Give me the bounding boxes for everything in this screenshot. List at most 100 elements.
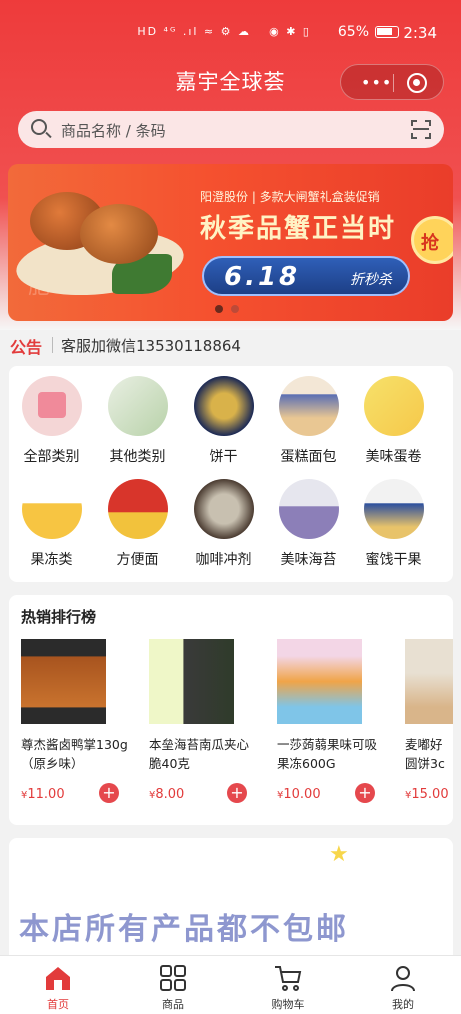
category-label: 全部类别 bbox=[23, 449, 80, 465]
cart-icon bbox=[273, 964, 303, 992]
category-label: 美味蛋卷 bbox=[365, 449, 422, 465]
category-item[interactable]: 美味海苔 bbox=[266, 479, 351, 569]
more-menu-icon[interactable]: ••• bbox=[361, 73, 392, 92]
battery-icon bbox=[375, 26, 399, 38]
notice-divider bbox=[52, 337, 53, 353]
product-image bbox=[405, 639, 453, 724]
shipping-notice-text: 本店所有产品都不包邮 bbox=[19, 912, 349, 947]
category-label: 蜜饯干果 bbox=[365, 552, 422, 568]
price-value: 11.00 bbox=[27, 787, 65, 802]
carousel-dot-active bbox=[215, 305, 223, 313]
signal-icons: HD ⁴ᴳ .ıl ≈ ⚙ ☁ bbox=[137, 25, 251, 38]
category-image bbox=[363, 376, 424, 436]
category-label: 饼干 bbox=[209, 449, 238, 465]
category-item[interactable]: 方便面 bbox=[95, 479, 180, 569]
tab-home[interactable]: 首页 bbox=[18, 964, 98, 1012]
product-price: ¥11.00 bbox=[21, 787, 65, 802]
bottom-tab-bar: 首页 商品 购物车 我的 bbox=[0, 955, 461, 1014]
user-icon bbox=[388, 964, 418, 992]
product-image bbox=[277, 639, 362, 724]
category-item[interactable]: 其他类别 bbox=[95, 376, 180, 466]
shipping-notice-banner: ★ 本店所有产品都不包邮 bbox=[9, 838, 453, 968]
category-label: 其他类别 bbox=[109, 449, 166, 465]
category-image bbox=[107, 376, 168, 436]
tab-label: 首页 bbox=[47, 998, 69, 1011]
product-name: 尊杰酱卤鸭掌130g（原乡味） bbox=[21, 737, 128, 771]
miniprogram-capsule[interactable]: ••• bbox=[340, 64, 444, 100]
product-name: 一莎蒟蒻果味可吸果冻600G bbox=[277, 737, 378, 771]
tab-label: 购物车 bbox=[271, 998, 305, 1011]
tab-cart[interactable]: 购物车 bbox=[248, 964, 328, 1012]
category-label: 咖啡冲剂 bbox=[195, 552, 252, 568]
banner-sale-pill: 6.18 折秒杀 bbox=[202, 256, 410, 296]
notice-bar[interactable]: 公告 客服加微信13530118864 bbox=[0, 330, 461, 360]
category-label: 方便面 bbox=[116, 552, 159, 568]
close-target-icon[interactable] bbox=[407, 73, 427, 93]
category-image bbox=[278, 376, 339, 436]
battery-percent: 65% bbox=[337, 24, 369, 40]
grab-button[interactable]: 抢 bbox=[411, 216, 453, 264]
product-price: ¥8.00 bbox=[149, 787, 184, 802]
price-value: 10.00 bbox=[283, 787, 321, 802]
banner-sale-text: 折秒杀 bbox=[350, 272, 392, 288]
section-title: 热销排行榜 bbox=[21, 608, 97, 626]
category-label: 美味海苔 bbox=[280, 552, 337, 568]
category-label: 蛋糕面包 bbox=[280, 449, 337, 465]
add-to-cart-button[interactable]: + bbox=[99, 783, 119, 803]
category-item[interactable]: 美味蛋卷 bbox=[351, 376, 436, 466]
status-bar: HD ⁴ᴳ .ıl ≈ ⚙ ☁ ◉ ✱ ▯ 65% 2:34 bbox=[0, 0, 461, 66]
price-value: 8.00 bbox=[155, 787, 185, 802]
product-price: ¥10.00 bbox=[277, 787, 321, 802]
add-to-cart-button[interactable]: + bbox=[227, 783, 247, 803]
shopping-bag-icon bbox=[37, 392, 66, 418]
product-card[interactable]: 尊杰酱卤鸭掌130g（原乡味） ¥11.00 + bbox=[21, 639, 131, 803]
category-image bbox=[193, 376, 254, 436]
category-grid: 全部类别 其他类别 饼干 蛋糕面包 美味蛋卷 果冻类 方便面 咖啡冲剂 美味海苔… bbox=[9, 366, 453, 582]
star-icon: ★ bbox=[329, 842, 349, 867]
clock: 2:34 bbox=[403, 24, 437, 42]
product-card[interactable]: 麦嘟好圆饼3c ¥15.00 bbox=[405, 639, 453, 802]
hot-sales-section: 热销排行榜 尊杰酱卤鸭掌130g（原乡味） ¥11.00 + 本垒海苔南瓜夹心脆… bbox=[9, 595, 453, 825]
tab-label: 我的 bbox=[392, 998, 414, 1011]
product-image bbox=[21, 639, 106, 724]
crab-image bbox=[80, 204, 158, 264]
category-item[interactable]: 蛋糕面包 bbox=[266, 376, 351, 466]
add-to-cart-button[interactable]: + bbox=[355, 783, 375, 803]
product-price: ¥15.00 bbox=[405, 787, 449, 802]
grid-icon bbox=[158, 964, 188, 992]
banner-sale-number: 6.18 bbox=[224, 262, 301, 292]
category-image bbox=[107, 479, 168, 539]
product-image bbox=[149, 639, 234, 724]
product-card[interactable]: 一莎蒟蒻果味可吸果冻600G ¥10.00 + bbox=[277, 639, 387, 803]
product-card[interactable]: 本垒海苔南瓜夹心脆40克 ¥8.00 + bbox=[149, 639, 259, 803]
search-icon bbox=[31, 119, 47, 135]
notice-message: 客服加微信13530118864 bbox=[61, 337, 241, 355]
search-bar[interactable]: 商品名称 / 条码 bbox=[18, 111, 444, 148]
category-item[interactable]: 咖啡冲剂 bbox=[181, 479, 266, 569]
home-icon bbox=[43, 964, 73, 992]
grab-label: 抢 bbox=[421, 233, 439, 254]
category-image bbox=[363, 479, 424, 539]
category-image bbox=[278, 479, 339, 539]
carousel-dot bbox=[231, 305, 239, 313]
category-item[interactable]: 饼干 bbox=[181, 376, 266, 466]
banner-brand-line: 阳澄股份 | 多款大闸蟹礼盒装促销 bbox=[200, 190, 380, 204]
product-name: 麦嘟好圆饼3c bbox=[405, 737, 445, 771]
banner-headline: 秋季品蟹正当时 bbox=[200, 214, 397, 244]
category-label: 果冻类 bbox=[30, 552, 73, 568]
category-image bbox=[21, 479, 82, 539]
category-image bbox=[21, 376, 82, 436]
tab-label: 商品 bbox=[162, 998, 184, 1011]
system-icons: ◉ ✱ ▯ bbox=[269, 25, 311, 38]
tab-profile[interactable]: 我的 bbox=[363, 964, 443, 1012]
category-item[interactable]: 果冻类 bbox=[9, 479, 94, 569]
category-item[interactable]: 蜜饯干果 bbox=[351, 479, 436, 569]
search-placeholder: 商品名称 / 条码 bbox=[61, 122, 166, 140]
scan-icon[interactable] bbox=[411, 120, 431, 139]
notice-tag: 公告 bbox=[10, 338, 43, 357]
category-item[interactable]: 全部类别 bbox=[9, 376, 94, 466]
capsule-divider bbox=[393, 74, 394, 92]
price-value: 15.00 bbox=[411, 787, 449, 802]
product-name: 本垒海苔南瓜夹心脆40克 bbox=[149, 737, 250, 771]
tab-products[interactable]: 商品 bbox=[133, 964, 213, 1012]
